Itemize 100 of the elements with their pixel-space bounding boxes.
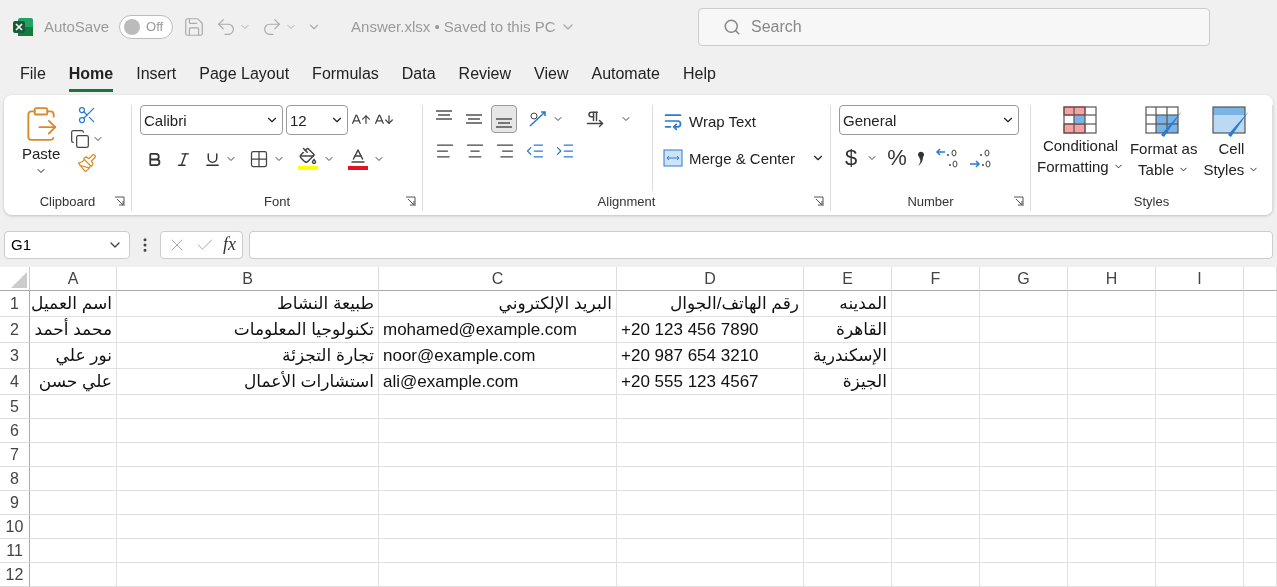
bold-icon[interactable] <box>146 150 163 168</box>
paste-button[interactable]: Paste <box>22 105 61 192</box>
formula-input[interactable] <box>249 230 1273 259</box>
dialog-launcher-icon[interactable] <box>114 196 125 208</box>
table-cell[interactable] <box>1068 419 1156 443</box>
table-cell[interactable] <box>1244 563 1277 587</box>
table-cell[interactable] <box>617 467 804 491</box>
table-cell[interactable] <box>617 539 804 563</box>
table-cell[interactable] <box>1244 343 1277 369</box>
table-cell[interactable] <box>892 443 980 467</box>
row-header[interactable]: 12 <box>0 563 30 587</box>
table-cell[interactable] <box>892 369 980 395</box>
table-cell[interactable]: تجارة التجزئة <box>117 343 379 369</box>
column-header[interactable]: D <box>617 267 804 291</box>
table-cell[interactable] <box>980 467 1068 491</box>
table-cell[interactable] <box>892 539 980 563</box>
table-cell[interactable] <box>617 443 804 467</box>
table-cell[interactable] <box>980 419 1068 443</box>
table-cell[interactable] <box>30 467 117 491</box>
table-cell[interactable] <box>892 515 980 539</box>
row-header[interactable]: 7 <box>0 443 30 467</box>
row-header[interactable]: 4 <box>0 369 30 395</box>
row-header[interactable]: 11 <box>0 539 30 563</box>
table-cell[interactable]: البريد الإلكتروني <box>379 291 617 317</box>
table-cell[interactable] <box>30 539 117 563</box>
table-cell[interactable] <box>1244 443 1277 467</box>
table-cell[interactable] <box>117 443 379 467</box>
select-all-icon[interactable] <box>11 272 27 288</box>
menu-tab[interactable]: Automate <box>591 65 660 93</box>
table-cell[interactable] <box>804 515 892 539</box>
text-direction-icon[interactable] <box>586 110 604 129</box>
table-cell[interactable] <box>1068 291 1156 317</box>
menu-tab[interactable]: Page Layout <box>199 65 290 93</box>
table-cell[interactable] <box>804 539 892 563</box>
table-cell[interactable] <box>892 563 980 587</box>
table-cell[interactable] <box>1156 467 1244 491</box>
currency-button[interactable]: $ <box>845 145 858 172</box>
table-cell[interactable] <box>1156 515 1244 539</box>
table-cell[interactable] <box>617 515 804 539</box>
menu-tab[interactable]: Formulas <box>312 65 379 93</box>
insert-function-button[interactable]: fx <box>223 234 236 256</box>
table-cell[interactable] <box>1156 395 1244 419</box>
table-cell[interactable] <box>980 443 1068 467</box>
table-cell[interactable]: القاهرة <box>804 317 892 343</box>
row-header[interactable]: 1 <box>0 291 30 317</box>
menu-tab[interactable]: Data <box>401 65 436 93</box>
table-cell[interactable]: رقم الهاتف/الجوال <box>617 291 804 317</box>
decrease-decimal-icon[interactable] <box>967 146 992 171</box>
table-cell[interactable] <box>980 395 1068 419</box>
vertical-align-button[interactable] <box>491 105 517 134</box>
table-cell[interactable]: الإسكندرية <box>804 343 892 369</box>
table-cell[interactable] <box>30 395 117 419</box>
table-cell[interactable] <box>892 419 980 443</box>
table-cell[interactable]: +20 987 654 3210 <box>617 343 804 369</box>
table-cell[interactable] <box>1156 491 1244 515</box>
table-cell[interactable] <box>117 419 379 443</box>
row-header[interactable]: 8 <box>0 467 30 491</box>
table-cell[interactable]: محمد أحمد <box>30 317 117 343</box>
table-cell[interactable] <box>30 419 117 443</box>
column-header[interactable]: F <box>892 267 980 291</box>
table-cell[interactable] <box>379 395 617 419</box>
column-header[interactable]: B <box>117 267 379 291</box>
column-header[interactable]: E <box>804 267 892 291</box>
table-cell[interactable] <box>117 467 379 491</box>
table-cell[interactable]: mohamed@example.com <box>379 317 617 343</box>
table-cell[interactable] <box>1068 343 1156 369</box>
table-cell[interactable] <box>1156 419 1244 443</box>
table-cell[interactable] <box>892 317 980 343</box>
copy-icon[interactable] <box>70 129 91 150</box>
table-cell[interactable] <box>980 291 1068 317</box>
column-header[interactable]: H <box>1068 267 1156 291</box>
percent-button[interactable]: % <box>887 145 907 172</box>
table-cell[interactable] <box>379 467 617 491</box>
table-cell[interactable] <box>1244 515 1277 539</box>
table-cell[interactable]: +20 555 123 4567 <box>617 369 804 395</box>
dialog-launcher-icon[interactable] <box>813 196 824 208</box>
menu-tab[interactable]: File <box>20 65 46 93</box>
table-cell[interactable] <box>980 317 1068 343</box>
table-cell[interactable] <box>1156 369 1244 395</box>
dialog-launcher-icon[interactable] <box>405 196 416 208</box>
increase-decimal-icon[interactable] <box>934 146 959 171</box>
table-cell[interactable]: تكنولوجيا المعلومات <box>117 317 379 343</box>
table-cell[interactable] <box>1244 539 1277 563</box>
table-cell[interactable] <box>617 395 804 419</box>
table-cell[interactable] <box>892 291 980 317</box>
table-cell[interactable] <box>804 563 892 587</box>
table-cell[interactable] <box>379 419 617 443</box>
table-cell[interactable]: طبيعة النشاط <box>117 291 379 317</box>
table-cell[interactable] <box>379 443 617 467</box>
table-cell[interactable] <box>804 419 892 443</box>
table-cell[interactable] <box>980 563 1068 587</box>
table-cell[interactable] <box>804 443 892 467</box>
table-cell[interactable] <box>117 539 379 563</box>
font-color-icon[interactable] <box>347 147 369 172</box>
column-header[interactable]: C <box>379 267 617 291</box>
styles-button[interactable]: Cell Styles <box>1203 105 1260 192</box>
table-cell[interactable]: اسم العميل <box>30 291 117 317</box>
table-cell[interactable] <box>1068 317 1156 343</box>
table-cell[interactable]: ali@example.com <box>379 369 617 395</box>
table-cell[interactable] <box>30 515 117 539</box>
